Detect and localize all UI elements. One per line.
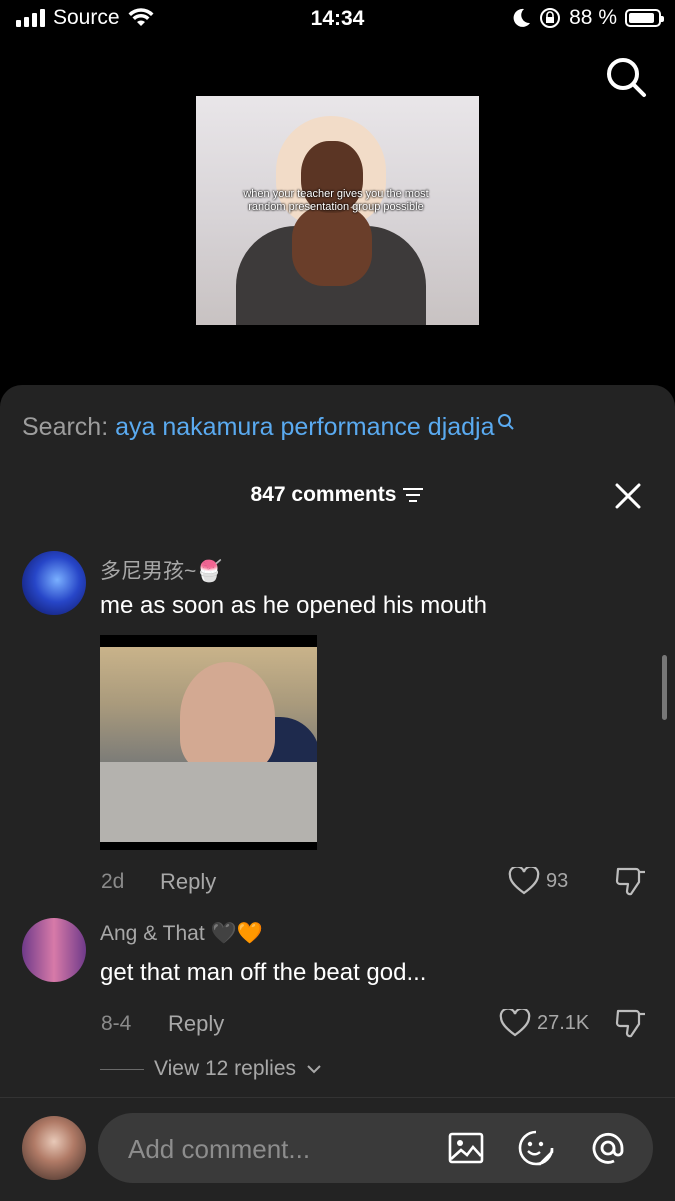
emoji-icon[interactable] <box>518 1130 554 1166</box>
comment-input-container <box>98 1113 653 1185</box>
gif-seat <box>100 762 317 842</box>
search-icon[interactable] <box>605 56 647 98</box>
heart-icon <box>499 1009 531 1037</box>
comment-username[interactable]: 多尼男孩~🍧 <box>100 555 222 585</box>
dislike-icon[interactable] <box>614 1007 648 1039</box>
view-replies-button[interactable]: View 12 replies <box>100 1057 322 1081</box>
comment-age: 8-4 <box>101 1012 132 1035</box>
chevron-down-icon <box>307 1065 321 1074</box>
reply-button[interactable]: Reply <box>168 1011 224 1037</box>
comment-text: me as soon as he opened his mouth <box>100 592 487 619</box>
current-user-avatar <box>22 1116 86 1180</box>
comment-text: get that man off the beat god... <box>100 959 427 986</box>
battery-icon <box>625 9 664 27</box>
dislike-icon[interactable] <box>614 865 648 897</box>
comment-age: 2d <box>101 870 125 893</box>
related-search[interactable]: Search: aya nakamura performance djadja <box>22 413 515 442</box>
like-button[interactable]: 93 <box>508 867 568 895</box>
comment-composer <box>0 1097 675 1201</box>
search-icon <box>497 414 514 430</box>
like-count: 27.1K <box>537 1011 590 1034</box>
image-icon[interactable] <box>448 1130 484 1166</box>
comments-sheet: Search: aya nakamura performance djadja … <box>0 385 675 1201</box>
gif-scene <box>100 647 317 842</box>
comment-input[interactable] <box>126 1113 430 1185</box>
status-right: 88 % <box>513 6 664 30</box>
mention-icon[interactable] <box>590 1130 626 1166</box>
divider <box>100 1068 144 1070</box>
search-prefix: Search: <box>22 413 109 441</box>
heart-icon <box>508 867 540 895</box>
search-query-link[interactable]: aya nakamura performance djadja <box>115 413 494 441</box>
gif-head <box>180 662 275 772</box>
close-icon[interactable] <box>615 483 641 509</box>
video-figure-chest <box>292 206 372 286</box>
view-replies-label: View 12 replies <box>154 1057 297 1080</box>
lock-rotation-icon <box>540 8 561 28</box>
avatar[interactable] <box>22 551 86 615</box>
comment-count: 847 comments <box>250 483 397 506</box>
reply-button[interactable]: Reply <box>160 869 216 895</box>
scrollbar[interactable] <box>662 655 667 720</box>
filter-icon[interactable] <box>402 487 424 503</box>
like-button[interactable]: 27.1K <box>499 1009 589 1037</box>
avatar[interactable] <box>22 918 86 982</box>
like-count: 93 <box>546 869 569 892</box>
status-bar: Source 14:34 88 % <box>0 0 675 40</box>
video-preview[interactable]: when your teacher gives you the most ran… <box>196 96 479 325</box>
comment-username[interactable]: Ang & That 🖤🧡 <box>100 922 263 946</box>
comment-gif[interactable] <box>100 635 317 850</box>
moon-icon <box>513 8 531 27</box>
comment-count-header[interactable]: 847 comments <box>0 483 675 507</box>
video-caption: when your teacher gives you the most ran… <box>243 188 429 213</box>
battery-percent: 88 % <box>569 6 617 29</box>
